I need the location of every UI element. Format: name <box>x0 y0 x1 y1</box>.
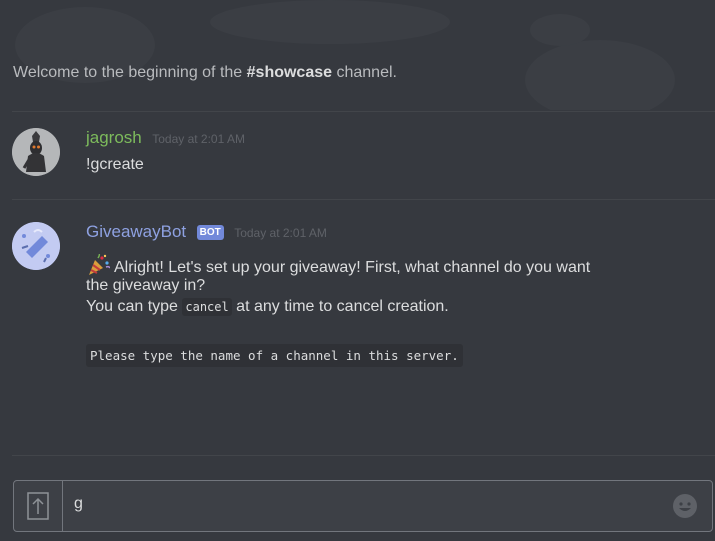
channel-name: #showcase <box>246 64 333 81</box>
message-text: Alright! Let's set up your giveaway! Fir… <box>114 259 591 276</box>
message-composer <box>13 480 713 532</box>
upload-button[interactable] <box>14 481 63 531</box>
avatar[interactable] <box>12 128 60 176</box>
timestamp: Today at 2:01 AM <box>234 226 327 240</box>
message-line: You can type cancel at any time to cance… <box>86 298 449 316</box>
party-popper-icon <box>89 253 111 275</box>
author-name[interactable]: jagrosh <box>86 128 142 147</box>
message-header: GiveawayBot BOT Today at 2:01 AM <box>86 222 327 242</box>
welcome-suffix: channel. <box>332 64 397 81</box>
channel-welcome-text: Welcome to the beginning of the #showcas… <box>13 64 397 82</box>
divider <box>12 111 715 112</box>
divider <box>12 199 715 200</box>
message-text: You can type <box>86 298 183 315</box>
welcome-background-art <box>15 0 675 110</box>
message-line: Alright! Let's set up your giveaway! Fir… <box>86 253 591 277</box>
emoji-button[interactable] <box>672 493 698 519</box>
message-header: jagrosh Today at 2:01 AM <box>86 128 245 148</box>
message-text: the giveaway in? <box>86 277 206 294</box>
welcome-prefix: Welcome to the beginning of the <box>13 64 247 81</box>
timestamp: Today at 2:01 AM <box>152 132 245 146</box>
emoji-icon <box>673 494 697 518</box>
divider <box>12 455 715 456</box>
message-input[interactable] <box>74 495 654 513</box>
message-text: at any time to cancel creation. <box>231 298 449 315</box>
bot-badge: BOT <box>196 225 224 240</box>
code-block: Please type the name of a channel in thi… <box>86 344 463 367</box>
inline-code: cancel <box>182 298 232 316</box>
avatar[interactable] <box>12 222 60 270</box>
author-name[interactable]: GiveawayBot <box>86 222 186 241</box>
message-content: !gcreate <box>86 156 144 173</box>
upload-icon <box>27 492 49 520</box>
